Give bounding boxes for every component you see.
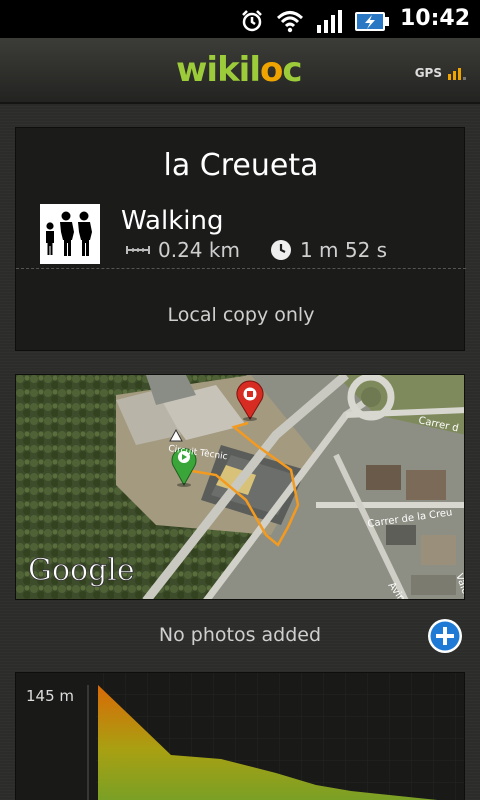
distance-icon	[126, 246, 150, 254]
gps-label: GPS	[414, 66, 442, 80]
activity-type: Walking	[121, 206, 224, 236]
status-bar: 10:42	[0, 0, 480, 38]
trail-title: la Creueta	[163, 148, 319, 183]
app-header: wikiloc GPS	[0, 38, 480, 104]
trail-detail-content: la Creueta Walking 0.24 km 1 m 52 s Loca…	[0, 106, 480, 800]
distance-value: 0.24 km	[158, 238, 240, 262]
gps-signal-icon	[448, 68, 466, 80]
wifi-icon	[276, 11, 304, 33]
duration-value: 1 m 52 s	[299, 238, 388, 262]
divider	[16, 268, 466, 269]
gps-status-indicator[interactable]: GPS	[415, 66, 466, 80]
status-icons	[240, 5, 390, 33]
status-time: 10:42	[399, 6, 470, 31]
map-attribution: Google	[28, 553, 135, 588]
photos-section: No photos added	[15, 616, 465, 656]
elevation-profile[interactable]: 145 m	[15, 672, 465, 800]
wikiloc-logo: wikiloc	[176, 50, 303, 90]
sync-status-text: Local copy only	[167, 304, 315, 326]
signal-icon	[317, 10, 342, 33]
trail-map[interactable]: Circuit Tècnic Carrer de la Creu Carrer …	[15, 374, 465, 600]
add-photo-button[interactable]	[427, 618, 463, 654]
trail-stats: 0.24 km 1 m 52 s	[126, 238, 387, 262]
no-photos-label: No photos added	[158, 624, 322, 646]
trail-info-card: la Creueta Walking 0.24 km 1 m 52 s Loca…	[15, 127, 466, 351]
walking-icon	[40, 204, 100, 264]
clock-icon	[270, 240, 291, 260]
alarm-icon	[242, 10, 262, 32]
battery-charging-icon	[355, 12, 389, 31]
